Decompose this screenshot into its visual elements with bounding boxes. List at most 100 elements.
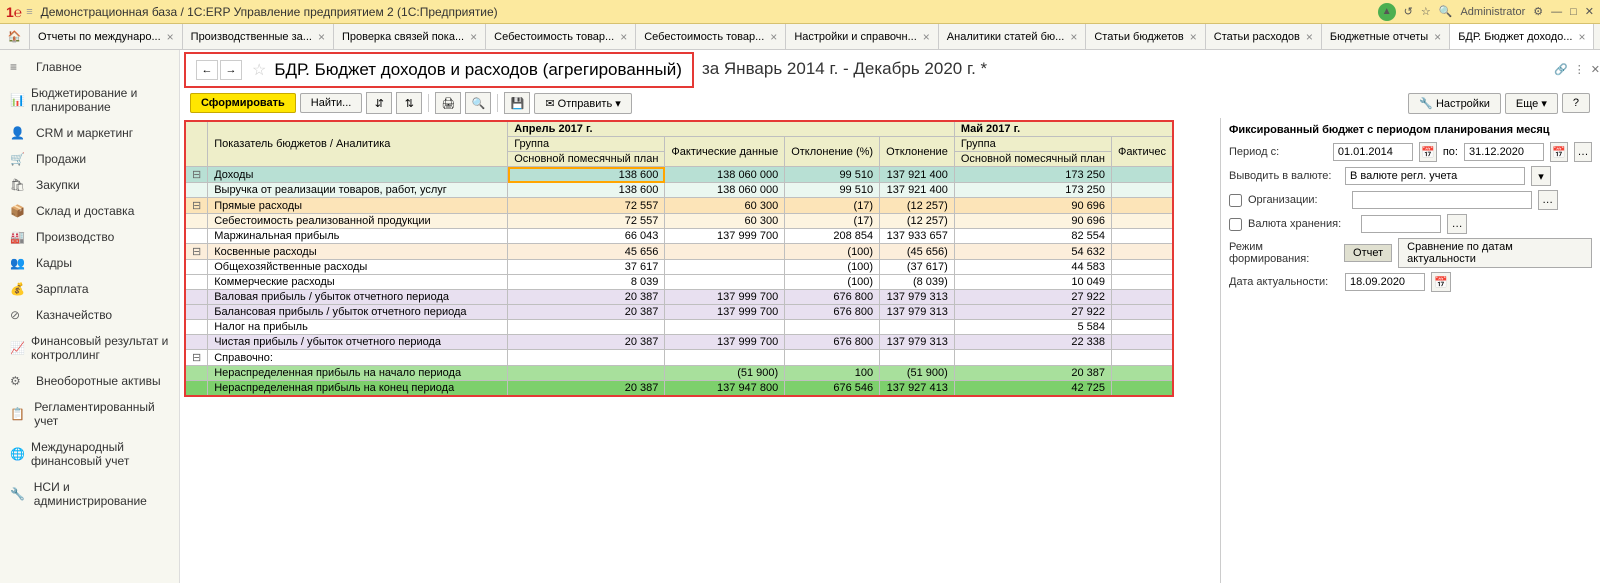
star-icon[interactable]: ☆	[1421, 5, 1431, 18]
table-row[interactable]: Себестоимость реализованной продукции72 …	[185, 214, 1173, 229]
org-checkbox[interactable]	[1229, 194, 1242, 207]
sidebar-item[interactable]: ⚙Внеоборотные активы	[0, 368, 179, 394]
table-row[interactable]: Нераспределенная прибыль на начало перио…	[185, 366, 1173, 381]
calendar-icon[interactable]: 📅	[1550, 142, 1568, 162]
sidebar-item[interactable]: 📊Бюджетирование и планирование	[0, 80, 179, 120]
menu-dots-icon[interactable]: ⋮	[1574, 63, 1585, 76]
forward-button[interactable]: →	[220, 60, 242, 80]
expand-icon[interactable]	[185, 260, 208, 275]
help-button[interactable]: ?	[1562, 93, 1590, 113]
table-row[interactable]: ⊟Прямые расходы72 55760 300(17)(12 257)9…	[185, 198, 1173, 214]
find-button[interactable]: Найти...	[300, 93, 363, 113]
close-icon[interactable]: ×	[1578, 30, 1585, 44]
maximize-icon[interactable]: □	[1570, 6, 1577, 18]
period-from-input[interactable]	[1333, 143, 1413, 161]
currency-select[interactable]	[1345, 167, 1525, 185]
table-row[interactable]: Маржинальная прибыль66 043137 999 700208…	[185, 229, 1173, 244]
expand-icon[interactable]	[185, 290, 208, 305]
table-row[interactable]: ⊟Косвенные расходы45 656(100)(45 656)54 …	[185, 244, 1173, 260]
settings-button[interactable]: 🔧 Настройки	[1408, 93, 1501, 114]
more-button[interactable]: Еще ▾	[1505, 93, 1558, 114]
expand-icon[interactable]	[185, 305, 208, 320]
tab[interactable]: Аналитики статей бю...×	[939, 24, 1087, 49]
table-row[interactable]: Чистая прибыль / убыток отчетного период…	[185, 335, 1173, 350]
sidebar-item[interactable]: 🛒Продажи	[0, 146, 179, 172]
sidebar-item[interactable]: ⊘Казначейство	[0, 302, 179, 328]
expand-tree-icon[interactable]: ⇵	[366, 92, 392, 114]
close-icon[interactable]: ×	[1070, 30, 1077, 44]
dropdown-icon[interactable]: ▾	[1531, 166, 1551, 186]
favorite-icon[interactable]: ☆	[252, 60, 266, 80]
notification-icon[interactable]: ▲	[1378, 3, 1396, 21]
mode-report-button[interactable]: Отчет	[1344, 244, 1392, 262]
sidebar-item[interactable]: 👤CRM и маркетинг	[0, 120, 179, 146]
minimize-icon[interactable]: —	[1551, 6, 1562, 18]
dots-icon[interactable]: …	[1447, 214, 1467, 234]
sidebar-item[interactable]: 🛍Закупки	[0, 172, 179, 198]
table-row[interactable]: Общехозяйственные расходы37 617(100)(37 …	[185, 260, 1173, 275]
close-icon[interactable]: ×	[923, 30, 930, 44]
actuality-date-input[interactable]	[1345, 273, 1425, 291]
close-icon[interactable]: ×	[167, 30, 174, 44]
expand-icon[interactable]: ⊟	[185, 350, 208, 366]
sidebar-item[interactable]: 🔧НСИ и администрирование	[0, 474, 179, 514]
table-row[interactable]: ⊟Справочно:	[185, 350, 1173, 366]
store-curr-input[interactable]	[1361, 215, 1441, 233]
save-icon[interactable]: 💾	[504, 92, 530, 114]
dots-icon[interactable]: …	[1574, 142, 1592, 162]
expand-icon[interactable]	[185, 214, 208, 229]
close-tab-icon[interactable]: ✕	[1591, 63, 1600, 76]
expand-icon[interactable]	[185, 183, 208, 198]
sidebar-item[interactable]: 🌐Международный финансовый учет	[0, 434, 179, 474]
table-row[interactable]: Балансовая прибыль / убыток отчетного пе…	[185, 305, 1173, 320]
table-row[interactable]: Выручка от реализации товаров, работ, ус…	[185, 183, 1173, 198]
store-curr-checkbox[interactable]	[1229, 218, 1242, 231]
settings-icon[interactable]: ⚙	[1533, 5, 1543, 18]
expand-icon[interactable]	[185, 381, 208, 397]
back-button[interactable]: ←	[196, 60, 218, 80]
close-icon[interactable]: ×	[620, 30, 627, 44]
period-to-input[interactable]	[1464, 143, 1544, 161]
close-icon[interactable]: ×	[1434, 30, 1441, 44]
history-icon[interactable]: ↺	[1404, 5, 1413, 18]
expand-icon[interactable]: ⊟	[185, 167, 208, 183]
sidebar-item[interactable]: 💰Зарплата	[0, 276, 179, 302]
print-icon[interactable]: 🖨	[435, 92, 461, 114]
tab[interactable]: Производственные за...×	[183, 24, 334, 49]
hamburger-icon[interactable]: ≡	[26, 6, 32, 18]
table-row[interactable]: Налог на прибыль5 584	[185, 320, 1173, 335]
close-icon[interactable]: ×	[1306, 30, 1313, 44]
sidebar-item[interactable]: 📈Финансовый результат и контроллинг	[0, 328, 179, 368]
sidebar-item[interactable]: 📋Регламентированный учет	[0, 394, 179, 434]
tab[interactable]: Себестоимость товар...×	[486, 24, 636, 49]
table-row[interactable]: ⊟Доходы138 600138 060 00099 510137 921 4…	[185, 167, 1173, 183]
sidebar-item[interactable]: 🏭Производство	[0, 224, 179, 250]
tab[interactable]: Статьи бюджетов×	[1086, 24, 1205, 49]
generate-button[interactable]: Сформировать	[190, 93, 296, 113]
calendar-icon[interactable]: 📅	[1419, 142, 1437, 162]
home-tab[interactable]: 🏠	[0, 24, 30, 49]
collapse-tree-icon[interactable]: ⇅	[396, 92, 422, 114]
tab[interactable]: Бюджетные отчеты×	[1322, 24, 1450, 49]
tab[interactable]: Статьи расходов×	[1206, 24, 1322, 49]
preview-icon[interactable]: 🔍	[465, 92, 491, 114]
user-name[interactable]: Administrator	[1460, 6, 1525, 18]
org-input[interactable]	[1352, 191, 1532, 209]
mode-compare-button[interactable]: Сравнение по датам актуальности	[1398, 238, 1592, 268]
tab[interactable]: Проверка связей пока...×	[334, 24, 486, 49]
table-row[interactable]: Валовая прибыль / убыток отчетного перио…	[185, 290, 1173, 305]
table-row[interactable]: Коммерческие расходы8 039(100)(8 039)10 …	[185, 275, 1173, 290]
close-icon[interactable]: ×	[470, 30, 477, 44]
send-button[interactable]: ✉ Отправить ▾	[534, 93, 631, 114]
calendar-icon[interactable]: 📅	[1431, 272, 1451, 292]
sidebar-item[interactable]: ≡Главное	[0, 54, 179, 80]
close-icon[interactable]: ×	[1190, 30, 1197, 44]
expand-icon[interactable]	[185, 366, 208, 381]
expand-icon[interactable]: ⊟	[185, 198, 208, 214]
expand-icon[interactable]	[185, 320, 208, 335]
tab[interactable]: Настройки и справочн...×	[786, 24, 938, 49]
close-icon[interactable]: ×	[318, 30, 325, 44]
sidebar-item[interactable]: 👥Кадры	[0, 250, 179, 276]
expand-icon[interactable]	[185, 335, 208, 350]
link-icon[interactable]: 🔗	[1554, 63, 1568, 76]
